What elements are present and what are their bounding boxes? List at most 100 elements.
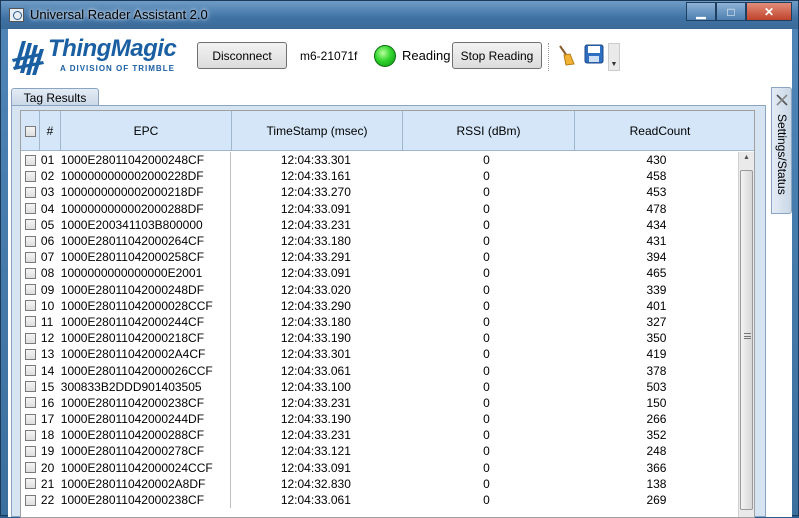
row-index: 22 (40, 493, 55, 508)
row-checkbox[interactable] (21, 219, 40, 231)
table-row[interactable]: 04 1000000000002000288DF 12:04:33.091 0 478 (21, 200, 741, 217)
row-checkbox[interactable] (21, 267, 40, 279)
timestamp-cell: 12:04:33.061 (280, 363, 351, 378)
column-header-epc[interactable]: EPC (61, 111, 232, 151)
readcount-cell: 430 (646, 153, 667, 168)
table-row[interactable]: 19 1000E28011042000278CF 12:04:33.121 0 248 (21, 443, 741, 460)
vertical-scrollbar[interactable]: ▲ (738, 152, 754, 517)
row-checkbox[interactable] (21, 332, 40, 344)
row-checkbox[interactable] (21, 203, 40, 215)
row-index: 11 (40, 314, 54, 329)
table-row[interactable]: 06 1000E28011042000264CF 12:04:33.180 0 431 (21, 232, 741, 250)
maximize-button[interactable]: □ (716, 2, 746, 21)
thingmagic-logo-icon (12, 41, 44, 75)
epc-cell: 1000E280110420002A4CF (61, 346, 231, 363)
row-index: 18 (40, 428, 55, 443)
select-all-checkbox[interactable] (21, 111, 40, 151)
row-checkbox[interactable] (21, 154, 40, 166)
table-row[interactable]: 21 1000E280110420002A8DF 12:04:32.830 0 138 (21, 475, 741, 492)
table-row[interactable]: 17 1000E28011042000244DF 12:04:33.190 0 266 (21, 411, 741, 428)
close-button[interactable]: ✕ (746, 2, 792, 21)
row-checkbox[interactable] (21, 186, 40, 198)
table-row[interactable]: 03 1000000000002000218DF 12:04:33.270 0 453 (21, 184, 741, 201)
client-area: ThingMagic A DIVISION OF TRIMBLE Disconn… (8, 29, 792, 518)
table-row[interactable]: 15 300833B2DDD901403505 12:04:33.100 0 503 (21, 378, 741, 395)
table-row[interactable]: 13 1000E280110420002A4CF 12:04:33.301 0 419 (21, 346, 741, 363)
rssi-cell: 0 (483, 460, 490, 475)
table-row[interactable]: 01 1000E28011042000248CF 12:04:33.301 0 430 (21, 152, 741, 169)
table-row[interactable]: 20 1000E28011042000024CCF 12:04:33.091 0 366 (21, 459, 741, 476)
table-row[interactable]: 02 1000000000002000228DF 12:04:33.161 0 458 (21, 168, 741, 185)
column-header-readcount[interactable]: ReadCount (575, 111, 745, 151)
table-row[interactable]: 05 1000E200341103B800000 12:04:33.231 0 434 (21, 216, 741, 233)
row-checkbox[interactable] (21, 462, 40, 474)
row-checkbox[interactable] (21, 300, 40, 312)
column-header-timestamp[interactable]: TimeStamp (msec) (232, 111, 403, 151)
row-checkbox[interactable] (21, 478, 40, 490)
minimize-button[interactable]: ▁ (686, 2, 716, 21)
rssi-cell: 0 (483, 444, 490, 459)
rssi-cell: 0 (483, 314, 490, 329)
row-checkbox[interactable] (21, 413, 40, 425)
row-checkbox[interactable] (21, 381, 40, 393)
rssi-cell: 0 (483, 250, 490, 265)
table-row[interactable]: 07 1000E28011042000258CF 12:04:33.291 0 394 (21, 249, 741, 266)
column-header-rssi[interactable]: RSSI (dBm) (403, 111, 575, 151)
epc-cell: 1000E28011042000026CCF (61, 362, 231, 379)
table-row[interactable]: 10 1000E28011042000028CCF 12:04:33.290 0 401 (21, 297, 741, 314)
clear-broom-icon[interactable] (556, 44, 576, 66)
row-checkbox[interactable] (21, 251, 40, 263)
row-index: 02 (40, 169, 55, 184)
tab-tag-results[interactable]: Tag Results (11, 88, 99, 106)
rssi-cell: 0 (483, 153, 490, 168)
readcount-cell: 503 (646, 379, 667, 394)
epc-cell: 1000E28011042000244DF (61, 411, 231, 428)
row-checkbox[interactable] (21, 494, 40, 506)
save-dropdown-chevron-down-icon[interactable]: ▼ (608, 43, 620, 71)
timestamp-cell: 12:04:33.061 (280, 493, 351, 508)
row-index: 01 (40, 153, 55, 168)
row-checkbox[interactable] (21, 429, 40, 441)
row-index: 09 (40, 282, 55, 297)
row-index: 16 (40, 395, 55, 410)
readcount-cell: 419 (646, 347, 667, 362)
title-bar[interactable]: Universal Reader Assistant 2.0 ▁ □ ✕ (1, 1, 798, 29)
epc-cell: 1000000000000000E2001 (61, 265, 231, 282)
column-header-index[interactable]: # (40, 111, 61, 151)
tab-settings-status[interactable]: Settings/Status (771, 87, 792, 214)
row-checkbox[interactable] (21, 365, 40, 377)
row-checkbox[interactable] (21, 316, 40, 328)
table-row[interactable]: 18 1000E28011042000288CF 12:04:33.231 0 352 (21, 427, 741, 444)
row-checkbox[interactable] (21, 397, 40, 409)
row-checkbox[interactable] (21, 445, 40, 457)
disconnect-button[interactable]: Disconnect (197, 42, 287, 69)
table-row[interactable]: 14 1000E28011042000026CCF 12:04:33.061 0 378 (21, 362, 741, 379)
scrollbar-thumb[interactable] (740, 170, 753, 510)
readcount-cell: 339 (646, 282, 667, 297)
stop-reading-button[interactable]: Stop Reading (452, 42, 542, 69)
table-row[interactable]: 12 1000E28011042000218CF 12:04:33.190 0 350 (21, 330, 741, 347)
table-row[interactable]: 22 1000E28011042000238CF 12:04:33.061 0 269 (21, 491, 741, 509)
readcount-cell: 453 (646, 185, 667, 200)
row-index: 08 (40, 266, 55, 281)
readcount-cell: 269 (646, 493, 667, 508)
epc-cell: 1000E28011042000248DF (61, 281, 231, 298)
readcount-cell: 378 (646, 363, 667, 378)
rssi-cell: 0 (483, 395, 490, 410)
row-index: 05 (40, 217, 55, 232)
table-row[interactable]: 08 1000000000000000E2001 12:04:33.091 0 465 (21, 265, 741, 282)
epc-cell: 1000E200341103B800000 (61, 216, 231, 233)
row-checkbox[interactable] (21, 170, 40, 182)
timestamp-cell: 12:04:33.301 (280, 347, 351, 362)
table-row[interactable]: 09 1000E28011042000248DF 12:04:33.020 0 339 (21, 281, 741, 298)
row-checkbox[interactable] (21, 235, 40, 247)
app-icon (9, 8, 24, 22)
row-checkbox[interactable] (21, 348, 40, 360)
scroll-up-arrow-icon[interactable]: ▲ (739, 154, 754, 166)
status-indicator-icon (374, 45, 396, 67)
table-row[interactable]: 16 1000E28011042000238CF 12:04:33.231 0 150 (21, 394, 741, 411)
save-icon[interactable] (584, 44, 604, 64)
row-index: 10 (40, 298, 55, 313)
row-checkbox[interactable] (21, 284, 40, 296)
table-row[interactable]: 11 1000E28011042000244CF 12:04:33.180 0 327 (21, 313, 741, 331)
